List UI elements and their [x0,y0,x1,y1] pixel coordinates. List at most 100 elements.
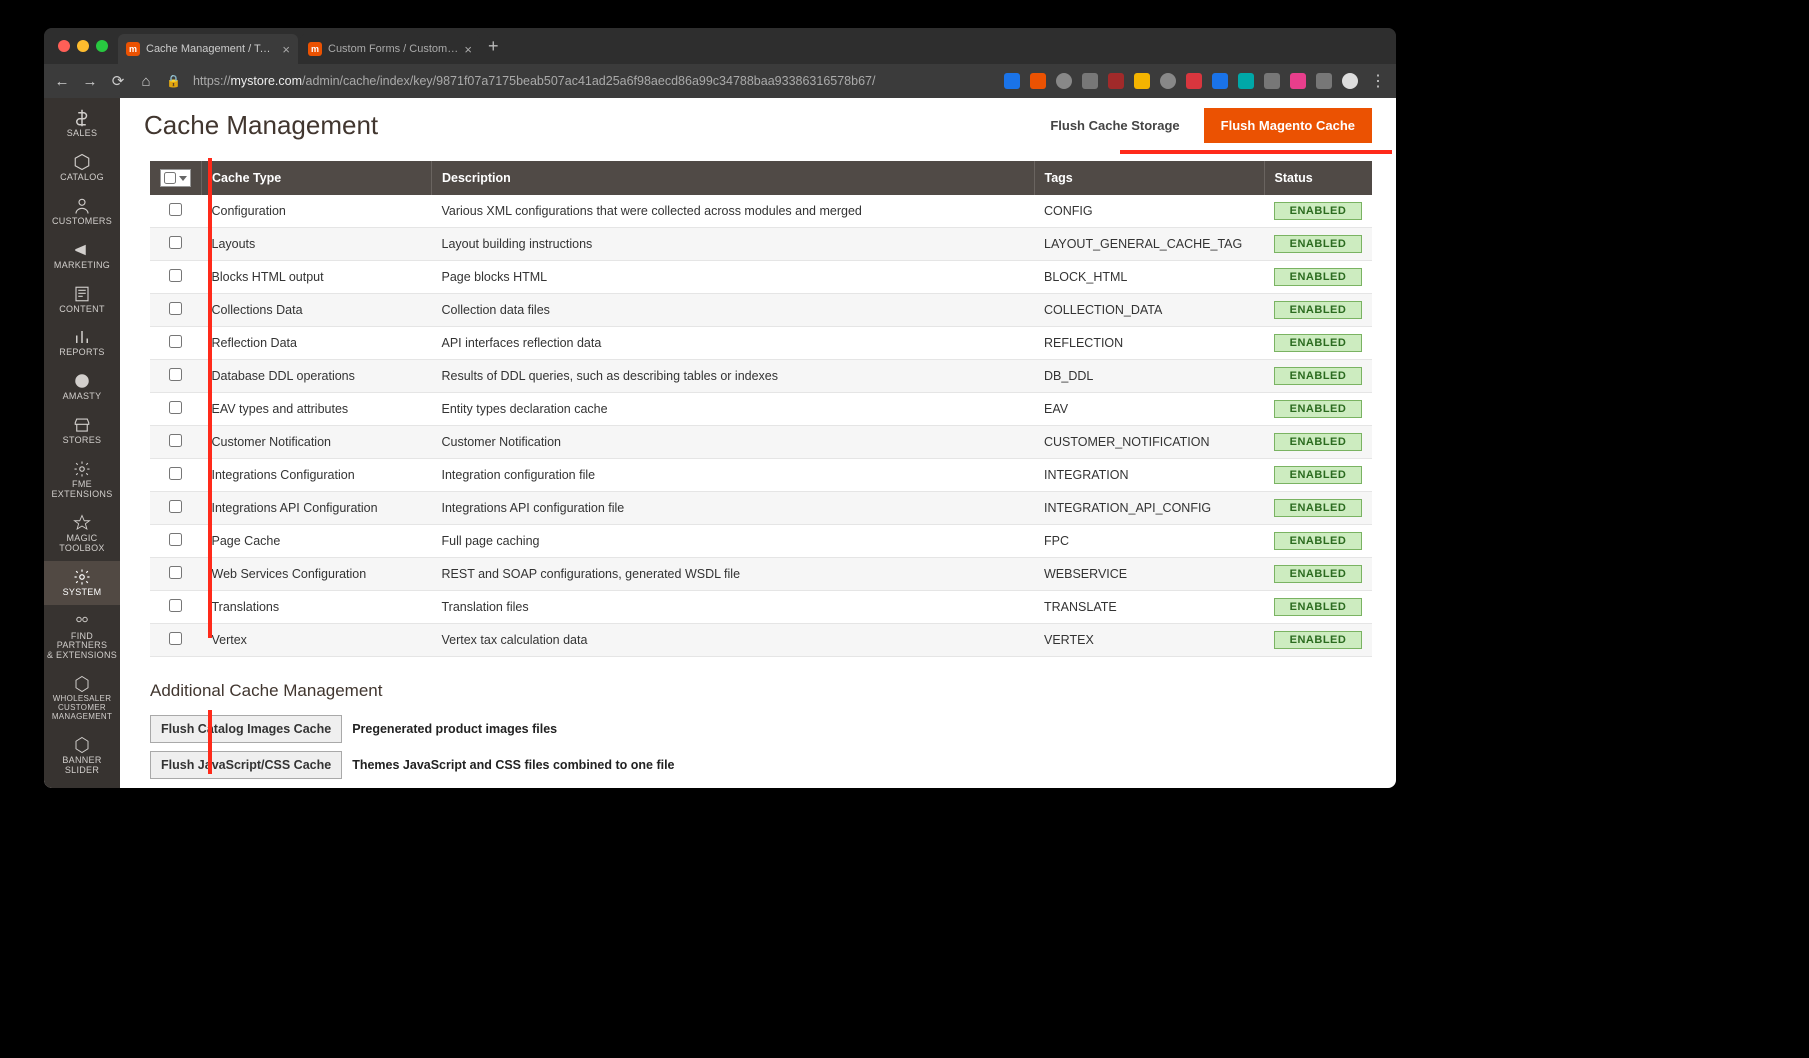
flush-cache-storage-button[interactable]: Flush Cache Storage [1034,109,1195,142]
select-all-checkbox[interactable] [164,172,176,184]
browser-tabbar: m Cache Management / Tools / S… × m Cust… [44,28,1396,64]
app: SALES CATALOG CUSTOMERS MARKETING CONTEN… [44,98,1396,788]
row-checkbox[interactable] [169,533,182,546]
nav-customers[interactable]: CUSTOMERS [44,190,120,234]
flush-button[interactable]: Flush Catalog Images Cache [150,715,342,743]
row-checkbox[interactable] [169,599,182,612]
extension-icon[interactable] [1290,73,1306,89]
nav-banner-slider[interactable]: BANNER SLIDER [44,729,120,783]
nav-find-partners[interactable]: FIND PARTNERS & EXTENSIONS [44,605,120,669]
nav-fme[interactable]: FME EXTENSIONS [44,453,120,507]
table-row: VertexVertex tax calculation dataVERTEXE… [150,624,1372,657]
nav-label: STORES [63,436,102,446]
row-checkbox[interactable] [169,434,182,447]
extension-icon[interactable] [1160,73,1176,89]
hexagon-icon [73,736,91,754]
person-icon [73,197,91,215]
home-icon[interactable]: ⌂ [138,73,154,90]
nav-magictoolbox[interactable]: MAGIC TOOLBOX [44,507,120,561]
extension-icon[interactable] [1056,73,1072,89]
extension-icon[interactable] [1004,73,1020,89]
browser-window: m Cache Management / Tools / S… × m Cust… [44,28,1396,788]
address-bar[interactable]: https://mystore.com/admin/cache/index/ke… [193,74,992,88]
forward-icon[interactable]: → [82,73,98,90]
cell-status: ENABLED [1264,426,1372,459]
cell-description: Translation files [432,591,1035,624]
row-checkbox[interactable] [169,566,182,579]
lock-icon[interactable]: 🔒 [166,74,181,88]
cell-tags: FPC [1034,525,1264,558]
close-tab-icon[interactable]: × [282,42,290,57]
nav-system[interactable]: SYSTEM [44,561,120,605]
status-badge: ENABLED [1274,532,1362,550]
nav-catalog[interactable]: CATALOG [44,146,120,190]
browser-tab[interactable]: m Custom Forms / Custom Forms… × [300,34,480,64]
nav-content[interactable]: CONTENT [44,278,120,322]
row-checkbox[interactable] [169,500,182,513]
extension-icon[interactable] [1134,73,1150,89]
extension-icon[interactable] [1186,73,1202,89]
row-checkbox[interactable] [169,236,182,249]
flush-button[interactable]: Flush JavaScript/CSS Cache [150,751,342,779]
nav-label: BANNER SLIDER [46,756,118,776]
reload-icon[interactable]: ⟳ [110,72,126,90]
cell-tags: REFLECTION [1034,327,1264,360]
minimize-window-icon[interactable] [77,40,89,52]
cell-status: ENABLED [1264,591,1372,624]
maximize-window-icon[interactable] [96,40,108,52]
store-icon [73,416,91,434]
cell-tags: INTEGRATION [1034,459,1264,492]
cell-tags: LAYOUT_GENERAL_CACHE_TAG [1034,228,1264,261]
nav-label: REPORTS [59,348,104,358]
nav-stores[interactable]: STORES [44,409,120,453]
cell-description: Layout building instructions [432,228,1035,261]
browser-tab-active[interactable]: m Cache Management / Tools / S… × [118,34,298,64]
nav-wholesaler[interactable]: WHOLESALER CUSTOMER MANAGEMENT [44,668,120,728]
chevron-down-icon[interactable] [179,176,187,181]
nav-amasty[interactable]: AMASTY [44,365,120,409]
column-cache-type[interactable]: Cache Type [202,161,432,195]
extension-icon[interactable] [1212,73,1228,89]
gear-icon [73,568,91,586]
row-checkbox[interactable] [169,302,182,315]
select-all-control[interactable] [160,169,191,187]
row-checkbox[interactable] [169,335,182,348]
row-checkbox[interactable] [169,467,182,480]
extension-icon[interactable] [1238,73,1254,89]
flush-magento-cache-button[interactable]: Flush Magento Cache [1204,108,1372,143]
cell-cache-type: Customer Notification [202,426,432,459]
cell-description: Vertex tax calculation data [432,624,1035,657]
menu-icon[interactable]: ⋮ [1370,71,1386,91]
cache-grid: Cache Type Description Tags Status Confi… [150,161,1372,657]
column-tags[interactable]: Tags [1034,161,1264,195]
column-status[interactable]: Status [1264,161,1372,195]
new-tab-button[interactable]: + [488,36,499,57]
cell-description: Integration configuration file [432,459,1035,492]
close-tab-icon[interactable]: × [464,42,472,57]
column-description[interactable]: Description [432,161,1035,195]
cell-cache-type: Blocks HTML output [202,261,432,294]
row-checkbox[interactable] [169,269,182,282]
nav-sales[interactable]: SALES [44,102,120,146]
row-checkbox[interactable] [169,401,182,414]
extension-icon[interactable] [1316,73,1332,89]
extension-icon[interactable] [1082,73,1098,89]
nav-reports[interactable]: REPORTS [44,321,120,365]
extension-icon[interactable] [1030,73,1046,89]
table-row: ConfigurationVarious XML configurations … [150,195,1372,228]
row-checkbox[interactable] [169,632,182,645]
cell-cache-type: Page Cache [202,525,432,558]
extension-icon[interactable] [1108,73,1124,89]
back-icon[interactable]: ← [54,73,70,90]
avatar-icon[interactable] [1342,73,1358,89]
magento-favicon-icon: m [308,42,322,56]
row-checkbox[interactable] [169,203,182,216]
nav-label: CUSTOMERS [52,217,112,227]
row-checkbox[interactable] [169,368,182,381]
nav-marketing[interactable]: MARKETING [44,234,120,278]
close-window-icon[interactable] [58,40,70,52]
extension-icons [1004,73,1358,89]
nav-label: FME EXTENSIONS [51,480,112,500]
cell-status: ENABLED [1264,228,1372,261]
extension-icon[interactable] [1264,73,1280,89]
